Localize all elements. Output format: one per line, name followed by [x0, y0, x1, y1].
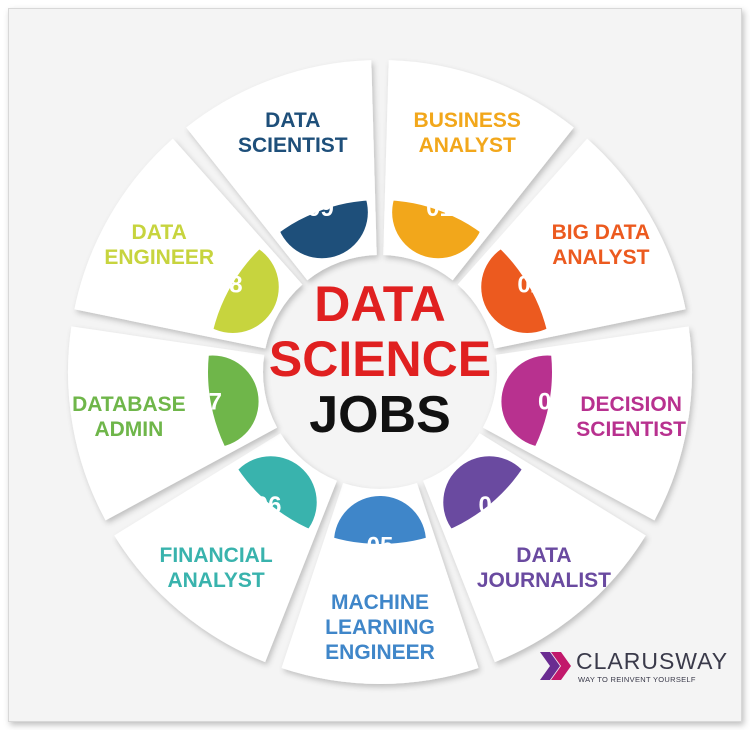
- job-title-line: ANALYST: [419, 134, 516, 157]
- job-title-line: ADMIN: [94, 418, 163, 441]
- badge-number-05: 05: [367, 533, 394, 560]
- job-title-line: FINANCIAL: [160, 544, 273, 567]
- badge-number-09: 09: [307, 195, 334, 222]
- badge-number-04: 04: [478, 492, 505, 519]
- job-title-line: BUSINESS: [414, 109, 521, 132]
- job-title-line: SCIENTIST: [238, 134, 348, 157]
- job-title-line: ANALYST: [552, 246, 649, 269]
- job-title-line: LEARNING: [325, 616, 435, 639]
- job-title-line: MACHINE: [331, 591, 429, 614]
- job-title-line: BIG DATA: [552, 221, 650, 244]
- brand-name: CLARUSWAY: [576, 648, 729, 674]
- job-title-line: DECISION: [580, 393, 682, 416]
- center-line-3: JOBS: [309, 386, 451, 444]
- badge-number-07: 07: [195, 389, 222, 416]
- badge-number-06: 06: [255, 492, 282, 519]
- badge-number-02: 02: [517, 272, 544, 299]
- job-title-line: JOURNALIST: [477, 569, 611, 592]
- job-title-line: ENGINEER: [325, 641, 435, 664]
- job-title-line: ENGINEER: [104, 246, 214, 269]
- brand-logo: CLARUSWAY WAY TO REINVENT YOURSELF: [538, 648, 728, 688]
- job-title-line: ANALYST: [167, 569, 264, 592]
- job-title-line: DATA: [132, 221, 187, 244]
- brand-tagline: WAY TO REINVENT YOURSELF: [578, 675, 696, 684]
- job-title-05: MACHINE LEARNING ENGINEER: [325, 591, 435, 664]
- center-line-2: SCIENCE: [269, 331, 491, 387]
- job-title-line: DATABASE: [72, 393, 186, 416]
- job-title-line: DATA: [516, 544, 571, 567]
- job-title-line: DATA: [265, 109, 320, 132]
- clarusway-chevron-icon: [540, 652, 571, 680]
- jobs-wheel: 010203040506070809 BUSINESS ANALYSTBIG DA…: [67, 60, 692, 684]
- job-title-line: SCIENTIST: [576, 418, 686, 441]
- badge-number-03: 03: [538, 389, 565, 416]
- badge-number-08: 08: [216, 272, 243, 299]
- center-title: DATA SCIENCE JOBS: [269, 276, 491, 444]
- badge-number-01: 01: [426, 195, 453, 222]
- center-line-1: DATA: [314, 276, 445, 332]
